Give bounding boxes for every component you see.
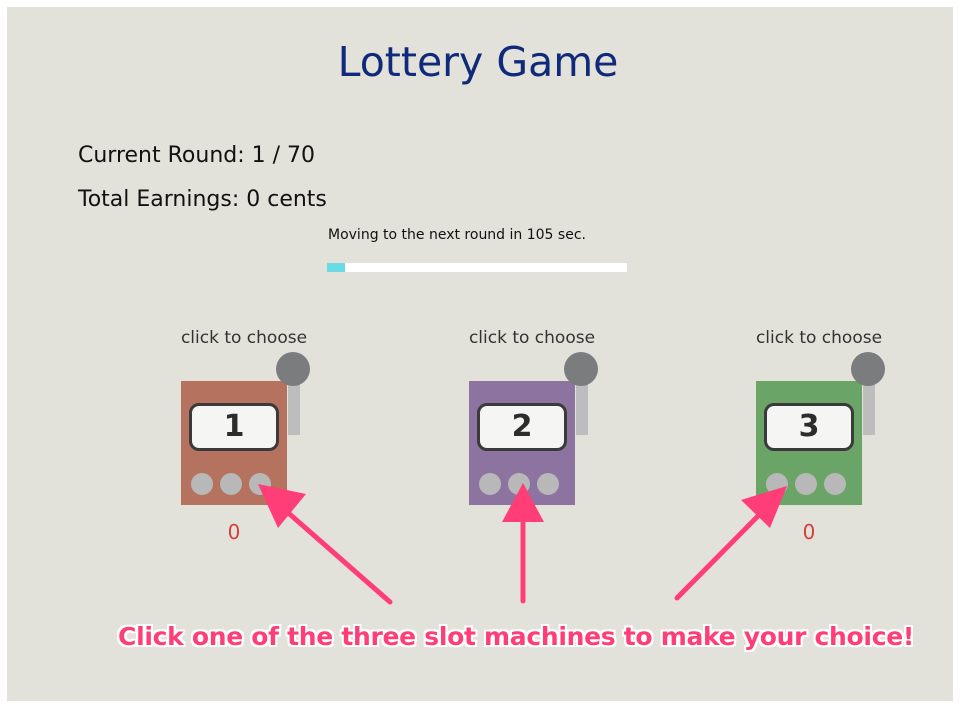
arrow-to-machine-2 — [502, 483, 544, 604]
arrow-to-machine-1 — [258, 484, 393, 605]
annotation-arrows — [258, 483, 787, 605]
arrow-to-machine-3 — [674, 486, 787, 601]
instruction-callout: Click one of the three slot machines to … — [118, 622, 914, 651]
